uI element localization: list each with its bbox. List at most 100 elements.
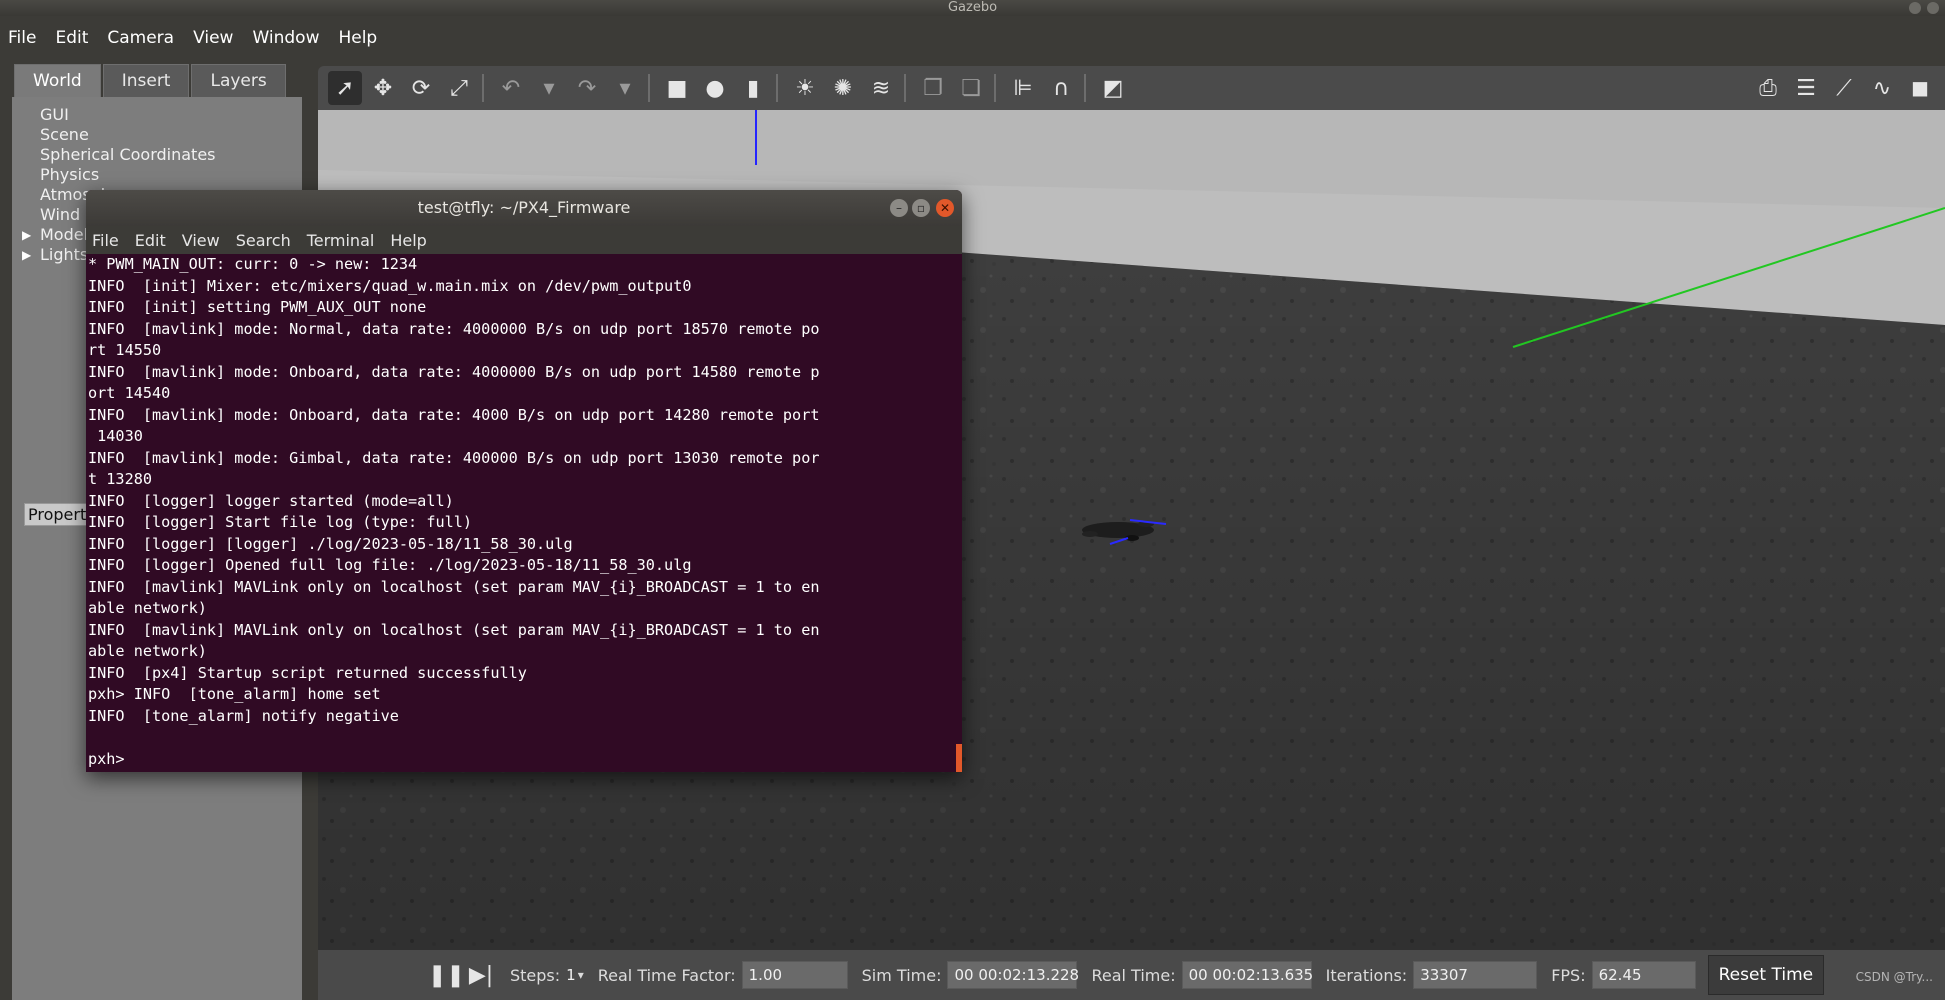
- log-icon[interactable]: ☰: [1789, 71, 1823, 105]
- directional-light-icon[interactable]: ≋: [864, 71, 898, 105]
- pause-icon[interactable]: ❚❚: [428, 963, 465, 988]
- terminal-line: INFO [mavlink] mode: Gimbal, data rate: …: [88, 448, 820, 467]
- left-panel-tabs: World Insert Layers: [14, 64, 286, 97]
- terminal-line: INFO [mavlink] MAVLink only on localhost…: [88, 577, 820, 596]
- align-icon[interactable]: ⊫: [1006, 71, 1040, 105]
- menubar: File Edit Camera View Window Help: [0, 20, 1945, 56]
- world-tree-item-label: Lights: [40, 245, 89, 264]
- sim-time-label: Sim Time:: [861, 965, 942, 985]
- menu-window[interactable]: Window: [244, 28, 330, 48]
- terminal-maximize-icon[interactable]: ▫: [912, 199, 930, 217]
- fps-label: FPS:: [1551, 965, 1586, 985]
- terminal-menu-edit[interactable]: Edit: [135, 231, 166, 250]
- redo-dropdown-icon[interactable]: ▾: [608, 71, 642, 105]
- tab-insert[interactable]: Insert: [102, 64, 190, 97]
- screenshot-icon[interactable]: ⎙: [1751, 71, 1785, 105]
- terminal-line: INFO [mavlink] mode: Normal, data rate: …: [88, 319, 820, 338]
- undo-dropdown-icon[interactable]: ▾: [532, 71, 566, 105]
- toolbar-separator: [1084, 74, 1086, 102]
- toolbar-separator: [776, 74, 778, 102]
- terminal-menu-terminal[interactable]: Terminal: [307, 231, 375, 250]
- snap-icon[interactable]: ∩: [1044, 71, 1078, 105]
- toolbar-separator: [904, 74, 906, 102]
- redo-icon[interactable]: ↷: [570, 71, 604, 105]
- terminal-menu-view[interactable]: View: [182, 231, 220, 250]
- terminal-line: INFO [logger] Opened full log file: ./lo…: [88, 556, 692, 574]
- scale-mode-icon[interactable]: ⤢: [442, 71, 476, 105]
- sphere-shape-icon[interactable]: ●: [698, 71, 732, 105]
- cylinder-shape-icon[interactable]: ▮: [736, 71, 770, 105]
- terminal-line: INFO [logger] [logger] ./log/2023-05-18/…: [88, 534, 573, 553]
- video-record-icon[interactable]: ◼: [1903, 71, 1937, 105]
- fps-field: 62.45: [1591, 961, 1696, 989]
- real-time-label: Real Time:: [1091, 965, 1176, 985]
- terminal-output[interactable]: * PWM_MAIN_OUT: curr: 0 -> new: 1234 INFO…: [86, 254, 962, 772]
- steps-label: Steps:: [510, 965, 561, 985]
- world-tree-item-label: Wind: [40, 205, 81, 224]
- terminal-title: test@tfly: ~/PX4_Firmware: [417, 198, 631, 217]
- expand-arrow-icon[interactable]: ▶: [22, 245, 31, 265]
- terminal-menu-help[interactable]: Help: [390, 231, 426, 250]
- window-minimize-button[interactable]: [1909, 2, 1921, 14]
- terminal-close-icon[interactable]: ✕: [936, 199, 954, 217]
- terminal-line: ort 14540: [88, 384, 171, 402]
- rotate-mode-icon[interactable]: ⟳: [404, 71, 438, 105]
- steps-dropdown-icon[interactable]: ▾: [578, 968, 584, 982]
- terminal-line: 14030: [88, 427, 143, 445]
- iterations-field: 33307: [1413, 961, 1538, 989]
- expand-arrow-icon[interactable]: ▶: [22, 225, 31, 245]
- real-time-field: 00 00:02:13.635: [1181, 961, 1313, 989]
- world-tree-item-label: Spherical Coordinates: [40, 145, 216, 164]
- toolbar-separator: [648, 74, 650, 102]
- terminal-line: able network): [88, 599, 207, 617]
- terminal-menu-file[interactable]: File: [92, 231, 119, 250]
- terminal-line: INFO [mavlink] mode: Onboard, data rate:…: [88, 405, 820, 424]
- point-light-icon[interactable]: ☀: [788, 71, 822, 105]
- terminal-menubar: File Edit View Search Terminal Help: [86, 226, 962, 254]
- terminal-line: INFO [tone_alarm] notify negative: [88, 706, 399, 725]
- steps-value[interactable]: 1: [566, 966, 576, 984]
- tab-world[interactable]: World: [14, 64, 101, 97]
- copy-icon[interactable]: ❐: [916, 71, 950, 105]
- terminal-line: t 13280: [88, 470, 153, 488]
- status-bar: ❚❚ ▶| Steps: 1 ▾ Real Time Factor: 1.00 …: [318, 950, 1945, 1000]
- toolbar-tools: ➚ ✥ ⟳ ⤢ ↶ ▾ ↷ ▾ ■ ● ▮ ☀ ✺ ≋ ❐ ❏ ⊫ ∩ ◩: [324, 71, 1130, 105]
- rtf-label: Real Time Factor:: [597, 965, 736, 985]
- toolbar-right-tools: ⎙ ☰ ⟋ ∿ ◼: [1747, 71, 1937, 105]
- terminal-line: INFO [logger] Start file log (type: full…: [88, 513, 473, 531]
- paste-icon[interactable]: ❏: [954, 71, 988, 105]
- terminal-line: pxh>: [88, 749, 134, 768]
- terminal-menu-search[interactable]: Search: [236, 231, 291, 250]
- world-tree-item[interactable]: Spherical Coordinates: [12, 145, 216, 165]
- world-tree-item[interactable]: Physics: [12, 165, 216, 185]
- plot-icon[interactable]: ⟋: [1827, 71, 1861, 105]
- world-tree-item[interactable]: Scene: [12, 125, 216, 145]
- world-tree-item[interactable]: GUI: [12, 105, 216, 125]
- terminal-scrollbar[interactable]: [956, 744, 962, 772]
- terminal-titlebar[interactable]: test@tfly: ~/PX4_Firmware – ▫ ✕: [86, 190, 962, 226]
- menu-help[interactable]: Help: [330, 28, 388, 48]
- terminal-line: rt 14550: [88, 341, 162, 359]
- terminal-line: INFO [init] setting PWM_AUX_OUT none: [88, 298, 427, 316]
- undo-icon[interactable]: ↶: [494, 71, 528, 105]
- menu-file[interactable]: File: [0, 28, 47, 48]
- spot-light-icon[interactable]: ✺: [826, 71, 860, 105]
- sim-time-field: 00 00:02:13.228: [947, 961, 1079, 989]
- reset-time-button[interactable]: Reset Time: [1707, 955, 1825, 995]
- toolbar-separator: [994, 74, 996, 102]
- box-shape-icon[interactable]: ■: [660, 71, 694, 105]
- menu-edit[interactable]: Edit: [47, 28, 99, 48]
- translate-mode-icon[interactable]: ✥: [366, 71, 400, 105]
- window-close-button[interactable]: [1927, 2, 1939, 14]
- iterations-label: Iterations:: [1325, 965, 1408, 985]
- terminal-minimize-icon[interactable]: –: [890, 199, 908, 217]
- step-icon[interactable]: ▶|: [466, 963, 496, 988]
- tab-layers[interactable]: Layers: [191, 64, 286, 97]
- view-angle-icon[interactable]: ◩: [1096, 71, 1130, 105]
- rtf-field: 1.00: [741, 961, 848, 989]
- menu-camera[interactable]: Camera: [99, 28, 185, 48]
- terminal-window[interactable]: test@tfly: ~/PX4_Firmware – ▫ ✕ File Edi…: [86, 190, 962, 772]
- menu-view[interactable]: View: [185, 28, 244, 48]
- select-mode-icon[interactable]: ➚: [328, 71, 362, 105]
- plot-line-icon[interactable]: ∿: [1865, 71, 1899, 105]
